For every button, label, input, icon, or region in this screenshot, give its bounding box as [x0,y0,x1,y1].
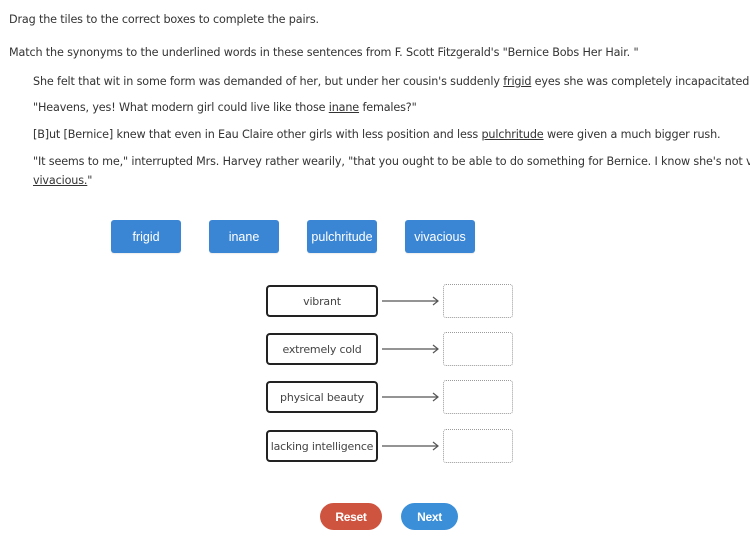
sentence-3: [B]ut [Bernice] knew that even in Eau Cl… [33,128,721,142]
arrow-right-icon [382,344,439,354]
underlined-word: inane [328,101,360,114]
tile-vivacious[interactable]: vivacious [405,220,475,253]
sentence-text: "It seems to me," interrupted Mrs. Harve… [33,155,750,168]
underlined-word: frigid [503,75,532,88]
instruction-text: Drag the tiles to the correct boxes to c… [9,13,319,26]
sentence-text: eyes she was completely incapacitated. [531,75,750,88]
sentence-text: She felt that wit in some form was deman… [33,75,504,88]
term-extremely-cold: extremely cold [266,333,378,365]
tile-frigid[interactable]: frigid [111,220,181,253]
prompt-text: Match the synonyms to the underlined wor… [9,46,639,59]
sentence-4-cont: vivacious." [33,174,92,188]
term-lacking-intelligence: lacking intelligence [266,430,378,462]
drop-box-lacking-intelligence[interactable] [443,429,513,463]
term-physical-beauty: physical beauty [266,381,378,413]
sentence-text: " [87,174,93,187]
tile-inane[interactable]: inane [209,220,279,253]
sentence-text: females?" [359,101,417,114]
underlined-word: vivacious. [33,174,88,187]
sentence-text: were given a much bigger rush. [543,128,721,141]
drop-box-vibrant[interactable] [443,284,513,318]
next-button[interactable]: Next [401,503,458,530]
drop-box-physical-beauty[interactable] [443,380,513,414]
arrow-right-icon [382,441,439,451]
arrow-right-icon [382,392,439,402]
term-vibrant: vibrant [266,285,378,317]
reset-button[interactable]: Reset [320,503,382,530]
sentence-2: "Heavens, yes! What modern girl could li… [33,101,417,115]
underlined-word: pulchritude [481,128,544,141]
sentence-4: "It seems to me," interrupted Mrs. Harve… [33,155,750,169]
arrow-right-icon [382,296,439,306]
sentence-text: "Heavens, yes! What modern girl could li… [33,101,329,114]
sentence-text: [B]ut [Bernice] knew that even in Eau Cl… [33,128,482,141]
sentence-1: She felt that wit in some form was deman… [33,75,750,89]
drop-box-extremely-cold[interactable] [443,332,513,366]
tile-pulchritude[interactable]: pulchritude [307,220,377,253]
